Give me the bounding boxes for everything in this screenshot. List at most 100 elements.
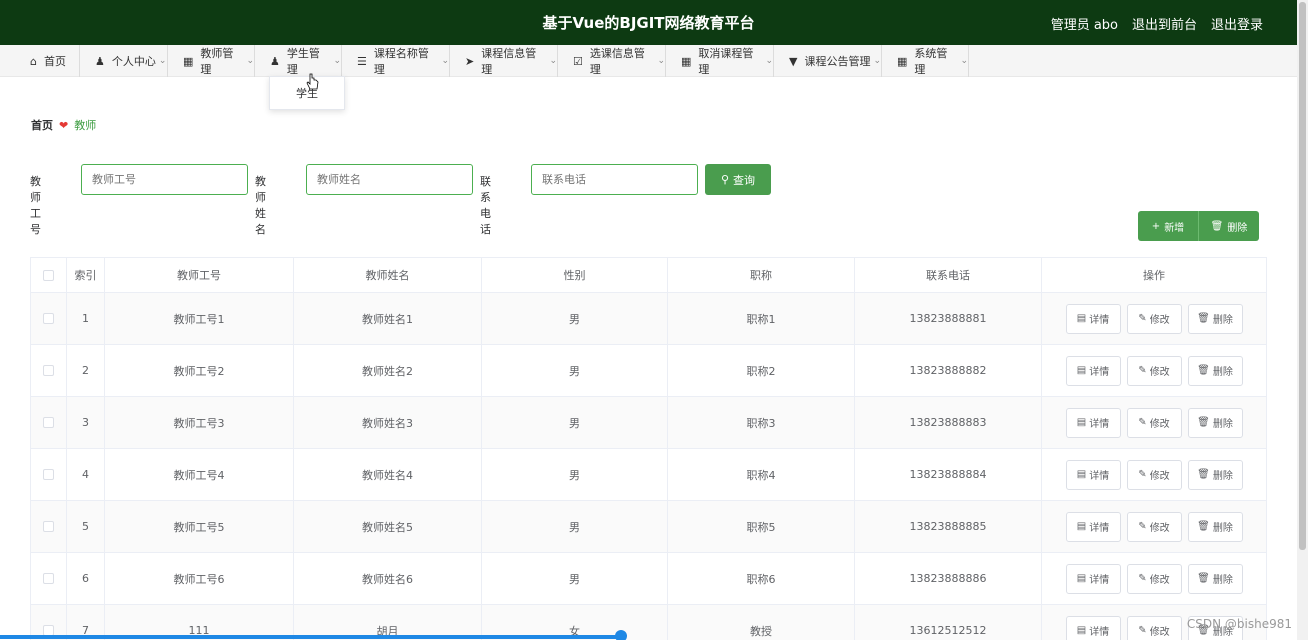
table-header-row: 索引 教师工号 教师姓名 性别 职称 联系电话 操作 xyxy=(30,258,1267,293)
edit-button-label: 修改 xyxy=(1149,367,1170,378)
row-checkbox[interactable] xyxy=(43,573,54,584)
row-delete-button[interactable]: 🗑 删除 xyxy=(1187,355,1243,386)
cell-title: 职称2 xyxy=(668,345,855,396)
header-teacher-name: 教师姓名 xyxy=(294,258,482,292)
nav-label: 系统管理 xyxy=(914,47,948,76)
watermark: CSDN @bishe981 xyxy=(1186,617,1292,631)
edit-button[interactable]: ✎ 修改 xyxy=(1126,355,1182,386)
pencil-icon: ✎ xyxy=(1138,365,1147,376)
progress-handle[interactable] xyxy=(615,630,627,640)
query-button[interactable]: ⚲ 查询 xyxy=(705,164,771,195)
nav-item-notice[interactable]: ▼ 课程公告管理 ⌄ xyxy=(775,45,882,77)
row-delete-button[interactable]: 🗑 删除 xyxy=(1187,303,1243,334)
pencil-icon: ✎ xyxy=(1138,313,1147,324)
row-checkbox[interactable] xyxy=(43,469,54,480)
add-button[interactable]: + 新增 xyxy=(1138,211,1198,241)
book-icon: ☰ xyxy=(357,54,367,68)
exit-to-front-link[interactable]: 退出到前台 xyxy=(1132,14,1197,33)
row-delete-button[interactable]: 🗑 删除 xyxy=(1187,563,1243,594)
cell-phone: 13823888885 xyxy=(855,501,1042,552)
row-delete-button-label: 删除 xyxy=(1212,471,1233,482)
edit-button[interactable]: ✎ 修改 xyxy=(1126,615,1182,640)
edit-button-label: 修改 xyxy=(1149,471,1170,482)
row-delete-button[interactable]: 🗑 删除 xyxy=(1187,511,1243,542)
row-checkbox[interactable] xyxy=(43,417,54,428)
notice-icon: ▼ xyxy=(789,54,798,68)
cell-name: 教师姓名1 xyxy=(294,293,482,344)
nav-item-selection[interactable]: ☑ 选课信息管理 ⌄ xyxy=(559,45,666,77)
row-checkbox[interactable] xyxy=(43,365,54,376)
select-all-checkbox[interactable] xyxy=(43,269,54,281)
teacher-id-input[interactable] xyxy=(81,164,248,195)
edit-button[interactable]: ✎ 修改 xyxy=(1126,563,1182,594)
row-actions-cell: ▤ 详情 ✎ 修改 🗑 删除 xyxy=(1042,397,1267,448)
nav-item-course-name[interactable]: ☰ 课程名称管理 ⌄ xyxy=(343,45,450,77)
detail-button-label: 详情 xyxy=(1089,419,1110,430)
pencil-icon: ✎ xyxy=(1138,521,1147,532)
cell-title: 职称3 xyxy=(668,397,855,448)
nav-item-cancel-course[interactable]: ▦ 取消课程管理 ⌄ xyxy=(667,45,774,77)
detail-button[interactable]: ▤ 详情 xyxy=(1065,563,1121,594)
breadcrumb-current: 教师 xyxy=(74,119,97,132)
detail-button[interactable]: ▤ 详情 xyxy=(1065,615,1121,640)
nav-item-profile[interactable]: ♟ 个人中心 ⌄ xyxy=(81,45,168,77)
trash-icon: 🗑 xyxy=(1197,573,1210,584)
user-icon: ♟ xyxy=(270,54,280,68)
nav-item-course-info[interactable]: ➤ 课程信息管理 ⌄ xyxy=(451,45,558,77)
scrollbar-thumb[interactable] xyxy=(1299,2,1306,550)
home-icon: ⌂ xyxy=(30,54,37,68)
detail-button[interactable]: ▤ 详情 xyxy=(1065,303,1121,334)
table-row: 2 教师工号2 教师姓名2 男职称2 13823888882 ▤ 详情 ✎ 修改 🗑 删除 xyxy=(30,345,1267,397)
edit-button[interactable]: ✎ 修改 xyxy=(1126,303,1182,334)
batch-delete-button[interactable]: 🗑 删除 xyxy=(1198,211,1259,241)
chevron-down-icon: ⌄ xyxy=(657,56,665,66)
edit-button-label: 修改 xyxy=(1149,575,1170,586)
nav-item-student[interactable]: ♟ 学生管理 ⌄ xyxy=(256,45,342,77)
row-actions-cell: ▤ 详情 ✎ 修改 🗑 删除 xyxy=(1042,449,1267,500)
detail-button-label: 详情 xyxy=(1089,627,1110,638)
nav-item-system[interactable]: ▦ 系统管理 ⌄ xyxy=(883,45,969,77)
breadcrumb: 首页 ❤ 教师 xyxy=(31,117,96,133)
cell-id: 教师工号3 xyxy=(105,397,294,448)
nav-label: 个人中心 xyxy=(111,55,156,68)
row-checkbox[interactable] xyxy=(43,313,54,324)
cell-title: 职称1 xyxy=(668,293,855,344)
query-button-label: 查询 xyxy=(733,173,756,187)
row-checkbox[interactable] xyxy=(43,521,54,532)
detail-button-label: 详情 xyxy=(1089,523,1110,534)
chevron-down-icon: ⌄ xyxy=(960,56,968,66)
select-all-cell xyxy=(30,258,67,292)
trash-icon: 🗑 xyxy=(1210,220,1224,232)
chevron-down-icon: ⌄ xyxy=(158,56,167,66)
detail-button[interactable]: ▤ 详情 xyxy=(1065,459,1121,490)
cell-index: 1 xyxy=(67,293,105,344)
nav-label: 课程公告管理 xyxy=(804,55,871,68)
detail-button[interactable]: ▤ 详情 xyxy=(1065,511,1121,542)
nav-label: 首页 xyxy=(43,55,66,68)
detail-button[interactable]: ▤ 详情 xyxy=(1065,355,1121,386)
detail-button[interactable]: ▤ 详情 xyxy=(1065,407,1121,438)
row-delete-button[interactable]: 🗑 删除 xyxy=(1187,407,1243,438)
edit-button[interactable]: ✎ 修改 xyxy=(1126,459,1182,490)
teacher-name-input[interactable] xyxy=(306,164,473,195)
header-actions: 操作 xyxy=(1042,258,1267,292)
detail-button-label: 详情 xyxy=(1089,575,1110,586)
logout-link[interactable]: 退出登录 xyxy=(1211,14,1263,33)
detail-button-label: 详情 xyxy=(1089,471,1110,482)
phone-input[interactable] xyxy=(531,164,698,195)
edit-button[interactable]: ✎ 修改 xyxy=(1126,407,1182,438)
grid-icon: ▦ xyxy=(183,54,194,68)
cell-gender: 男 xyxy=(482,449,668,500)
row-actions-cell: ▤ 详情 ✎ 修改 🗑 删除 xyxy=(1042,345,1267,396)
edit-button[interactable]: ✎ 修改 xyxy=(1126,511,1182,542)
nav-item-teacher[interactable]: ▦ 教师管理 ⌄ xyxy=(169,45,255,77)
header-gender: 性别 xyxy=(482,258,668,292)
header-title: 职称 xyxy=(668,258,855,292)
row-delete-button[interactable]: 🗑 删除 xyxy=(1187,459,1243,490)
vertical-scrollbar[interactable] xyxy=(1297,0,1308,640)
pointer-cursor-icon xyxy=(306,73,319,90)
nav-item-home[interactable]: ⌂ 首页 xyxy=(16,45,80,77)
cell-gender: 男 xyxy=(482,397,668,448)
breadcrumb-home[interactable]: 首页 xyxy=(31,117,53,133)
document-icon: ▤ xyxy=(1076,469,1087,480)
